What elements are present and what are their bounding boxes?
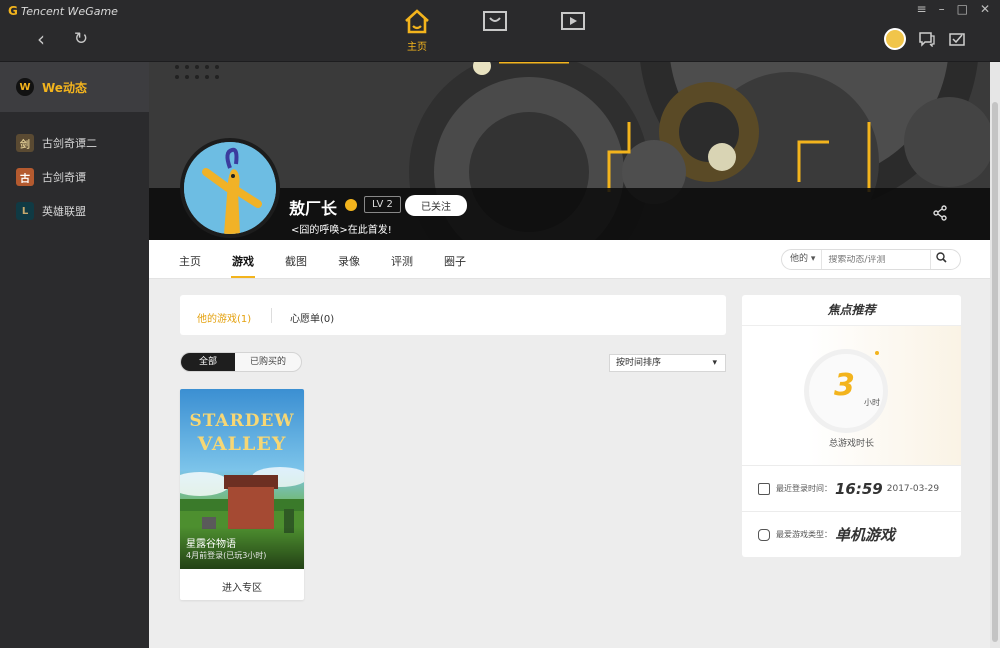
game-cover[interactable]: STARDEW VALLEY 星露谷物语 4月前登录(已玩3小时) [180,389,304,569]
profile-slogan: <囧的呼唤>在此首发! [291,225,392,236]
app-title: Tencent WeGame [20,4,118,18]
focus-panel: 焦点推荐 3 小时 总游戏时长 最近登录时间： 16:59 2017-03-29… [742,295,961,557]
refresh-button[interactable]: ↻ [68,26,94,52]
sidebar-item-gujian2[interactable]: 剑 古剑奇谭二 [0,126,149,160]
last-login-date: 2017-03-29 [886,483,940,494]
level-badge: LV 2 [364,196,401,213]
filter-all[interactable]: 全部 [181,353,236,371]
sidebar-item-label: 英雄联盟 [42,205,86,218]
chat-icon[interactable] [918,31,936,47]
window-controls: ≡ – □ ✕ [917,2,990,16]
title-bar: G Tencent WeGame ‹ ↻ 主页 ≡ – □ ✕ [0,0,1000,62]
main-content: 敖厂长 LV 2 已关注 <囧的呼唤>在此首发! 主页 游戏 截图 录像 评测 … [149,62,990,648]
sidebar: W We动态 剑 古剑奇谭二 古 古剑奇谭 L 英雄联盟 [0,62,149,648]
follow-button[interactable]: 已关注 [405,195,467,216]
tab-circles[interactable]: 圈子 [444,253,466,269]
video-icon [561,12,585,30]
tab-home[interactable]: 主页 [179,253,201,269]
main-scrollbar[interactable] [990,62,1000,648]
verified-badge-icon [345,199,357,211]
gujian-game-icon: 古 [16,168,34,186]
sidebar-item-label: 古剑奇谭二 [42,137,97,150]
back-button[interactable]: ‹ [28,26,54,52]
profile-name: 敖厂长 [289,199,338,218]
maximize-button[interactable]: □ [957,2,968,16]
top-tabs: 主页 [400,8,590,53]
focus-title: 焦点推荐 [742,295,961,326]
last-login-row: 最近登录时间： 16:59 2017-03-29 [742,466,961,512]
wegame-w-icon: W [16,78,34,96]
barn [228,487,274,529]
sparkle-icon [875,351,879,355]
hours-unit: 小时 [864,398,880,407]
game-name: 星露谷物语 [186,539,236,550]
last-login-label: 最近登录时间： [776,484,832,493]
tab-reviews[interactable]: 评测 [391,253,413,269]
profile-subnav: 主页 游戏 截图 录像 评测 圈子 他的 ▾ [149,240,990,279]
home-icon [405,9,429,34]
message-icon[interactable] [948,31,966,47]
profile-banner: 敖厂长 LV 2 已关注 <囧的呼唤>在此首发! [149,62,990,240]
hours-label: 总游戏时长 [828,439,874,449]
gamepad-icon [758,528,770,541]
tab-screenshots[interactable]: 截图 [285,253,307,269]
tab-divider [271,308,272,323]
tab-video[interactable] [556,8,590,53]
tab-my-games[interactable]: 他的游戏(1) [197,310,251,325]
minimize-button[interactable]: – [939,2,945,16]
game-card[interactable]: STARDEW VALLEY 星露谷物语 4月前登录(已玩3小时) 进入专区 [180,389,304,600]
cover-title-line1: STARDEW [189,411,295,431]
favorite-type-value: 单机游戏 [835,526,896,544]
app-brand: G Tencent WeGame [8,4,118,18]
total-hours: 3 [834,368,855,403]
scrollbar-thumb[interactable] [992,102,998,642]
game-list-tabs: 他的游戏(1) 心愿单(0) [180,295,726,335]
search-input[interactable] [822,254,931,265]
tab-home[interactable]: 主页 [400,8,434,53]
tab-games[interactable]: 游戏 [232,253,254,269]
ownership-filter: 全部 已购买的 [180,352,303,372]
game-play-status: 4月前登录(已玩3小时) [186,551,267,560]
menu-button[interactable]: ≡ [917,2,927,16]
gujian2-game-icon: 剑 [16,134,34,152]
search-icon[interactable] [930,250,952,269]
sidebar-item-lol[interactable]: L 英雄联盟 [0,194,149,228]
sidebar-item-gujian[interactable]: 古 古剑奇谭 [0,160,149,194]
sidebar-item-label: 古剑奇谭 [42,171,86,184]
search-box: 他的 ▾ [781,249,961,270]
enter-zone-button[interactable]: 进入专区 [180,579,304,594]
cover-title-line2: VALLEY [197,433,287,455]
profile-avatar[interactable] [180,138,280,238]
tab-home-label: 主页 [407,42,427,53]
user-avatar[interactable] [884,28,906,50]
sidebar-item-label: We动态 [42,80,87,95]
store-bag-icon [483,11,507,31]
tab-wishlist[interactable]: 心愿单(0) [290,310,334,325]
tab-store[interactable] [478,8,512,53]
wegame-logo-icon: G [8,4,18,18]
favorite-type-row: 最爱游戏类型： 单机游戏 [742,512,961,557]
lol-game-icon: L [16,202,34,220]
sort-dropdown[interactable]: 按时间排序 [609,354,726,372]
favorite-type-label: 最爱游戏类型： [776,530,832,539]
active-tab-underline [231,276,255,278]
close-button[interactable]: ✕ [980,2,990,16]
share-icon[interactable] [932,205,948,221]
sidebar-item-we-feed[interactable]: W We动态 [0,62,149,112]
avatar-figure-icon [184,142,276,234]
search-scope-dropdown[interactable]: 他的 ▾ [782,250,823,269]
tab-videos[interactable]: 录像 [338,253,360,269]
last-login-time: 16:59 [835,479,883,498]
filter-purchased[interactable]: 已购买的 [235,353,301,371]
top-right-actions [884,28,966,50]
calendar-icon [758,482,770,495]
play-hours-block: 3 小时 总游戏时长 [742,326,961,466]
